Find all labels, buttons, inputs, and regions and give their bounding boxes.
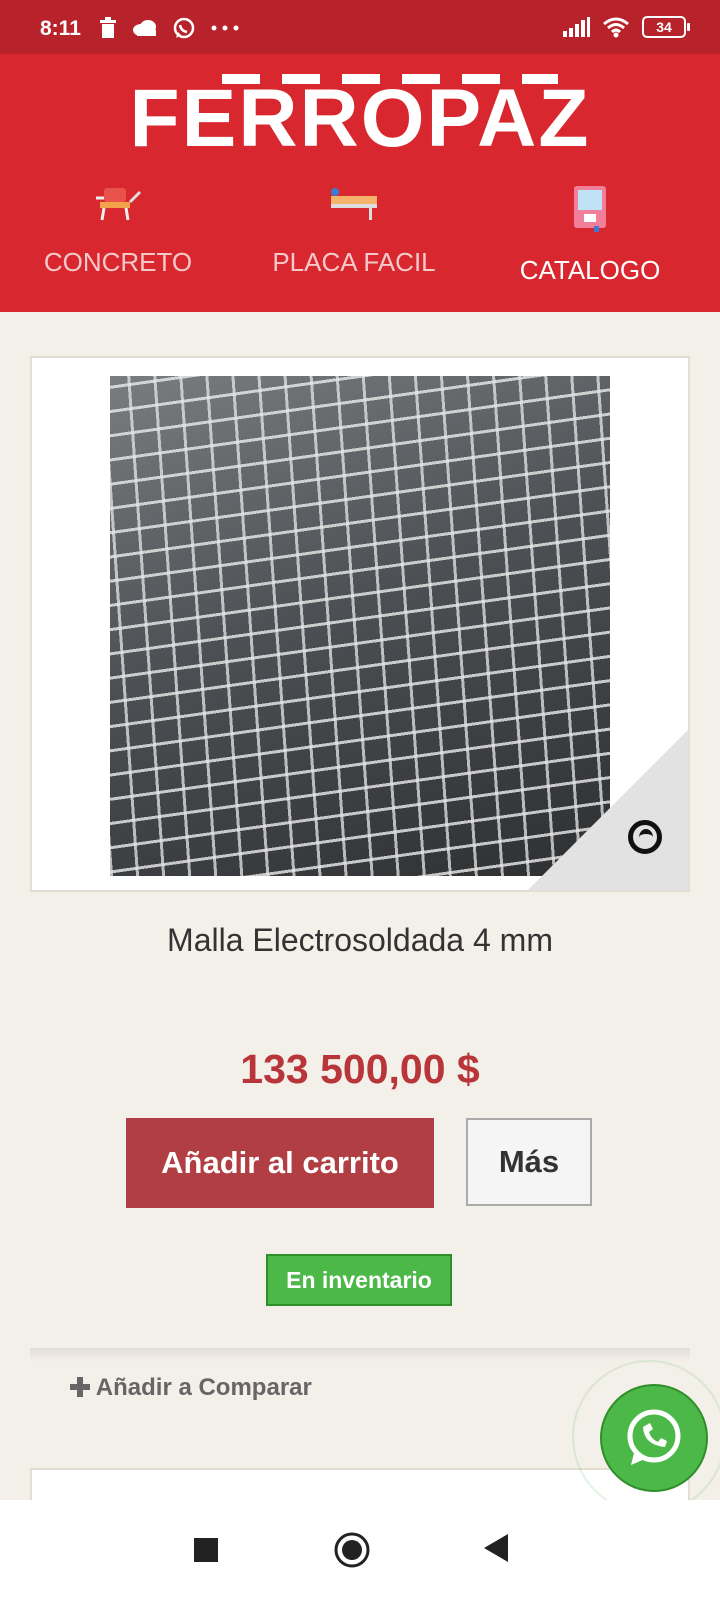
logo-text: FERROPAZ [129, 73, 591, 164]
product-price: 133 500,00 $ [240, 1046, 480, 1092]
system-nav-bar [0, 1500, 720, 1600]
wifi-icon [603, 17, 629, 38]
nav-catalogo[interactable]: CATALOGO [490, 184, 690, 286]
site-logo[interactable]: FERROPAZ [0, 72, 720, 166]
whatsapp-float-button[interactable] [600, 1384, 708, 1492]
more-dots-icon [211, 25, 239, 31]
status-time: 8:11 [40, 17, 81, 40]
more-button[interactable]: Más [466, 1118, 592, 1206]
plus-icon [70, 1377, 90, 1397]
catalog-book-icon [574, 186, 606, 232]
whatsapp-icon [627, 1409, 681, 1465]
whatsapp-icon [173, 17, 195, 39]
quickview-icon[interactable] [628, 820, 662, 854]
nav-placa-facil-label: PLACA FACIL [272, 247, 436, 277]
add-to-compare-label: Añadir a Comparar [95, 1374, 312, 1401]
product-image-card [30, 356, 690, 892]
battery-icon: 34 [642, 16, 690, 38]
status-bar: 8:11 34 [0, 0, 720, 54]
quickview-corner[interactable] [528, 730, 688, 890]
stock-badge: En inventario [266, 1254, 452, 1306]
signal-icon [563, 17, 590, 37]
add-to-compare-link[interactable]: Añadir a Comparar [70, 1374, 312, 1402]
nav-catalogo-label: CATALOGO [519, 255, 661, 285]
trash-icon [100, 17, 116, 38]
battery-level: 34 [656, 19, 672, 35]
mixer-cart-icon [96, 188, 142, 221]
home-button[interactable] [334, 1532, 370, 1568]
recents-button[interactable] [194, 1538, 218, 1562]
add-to-cart-button[interactable]: Añadir al carrito [126, 1118, 434, 1208]
nav-concreto-label: CONCRETO [43, 247, 193, 277]
slab-icon [331, 188, 377, 220]
site-header: FERROPAZ CONCRETO PLACA FACIL CATALOGO [0, 54, 720, 312]
nav-placa-facil[interactable]: PLACA FACIL [254, 184, 454, 278]
cloud-icon [133, 20, 156, 36]
logo-dashes [222, 74, 558, 84]
nav-concreto[interactable]: CONCRETO [18, 184, 218, 278]
product-title[interactable]: Malla Electrosoldada 4 mm [0, 922, 720, 959]
back-button[interactable] [484, 1534, 510, 1562]
